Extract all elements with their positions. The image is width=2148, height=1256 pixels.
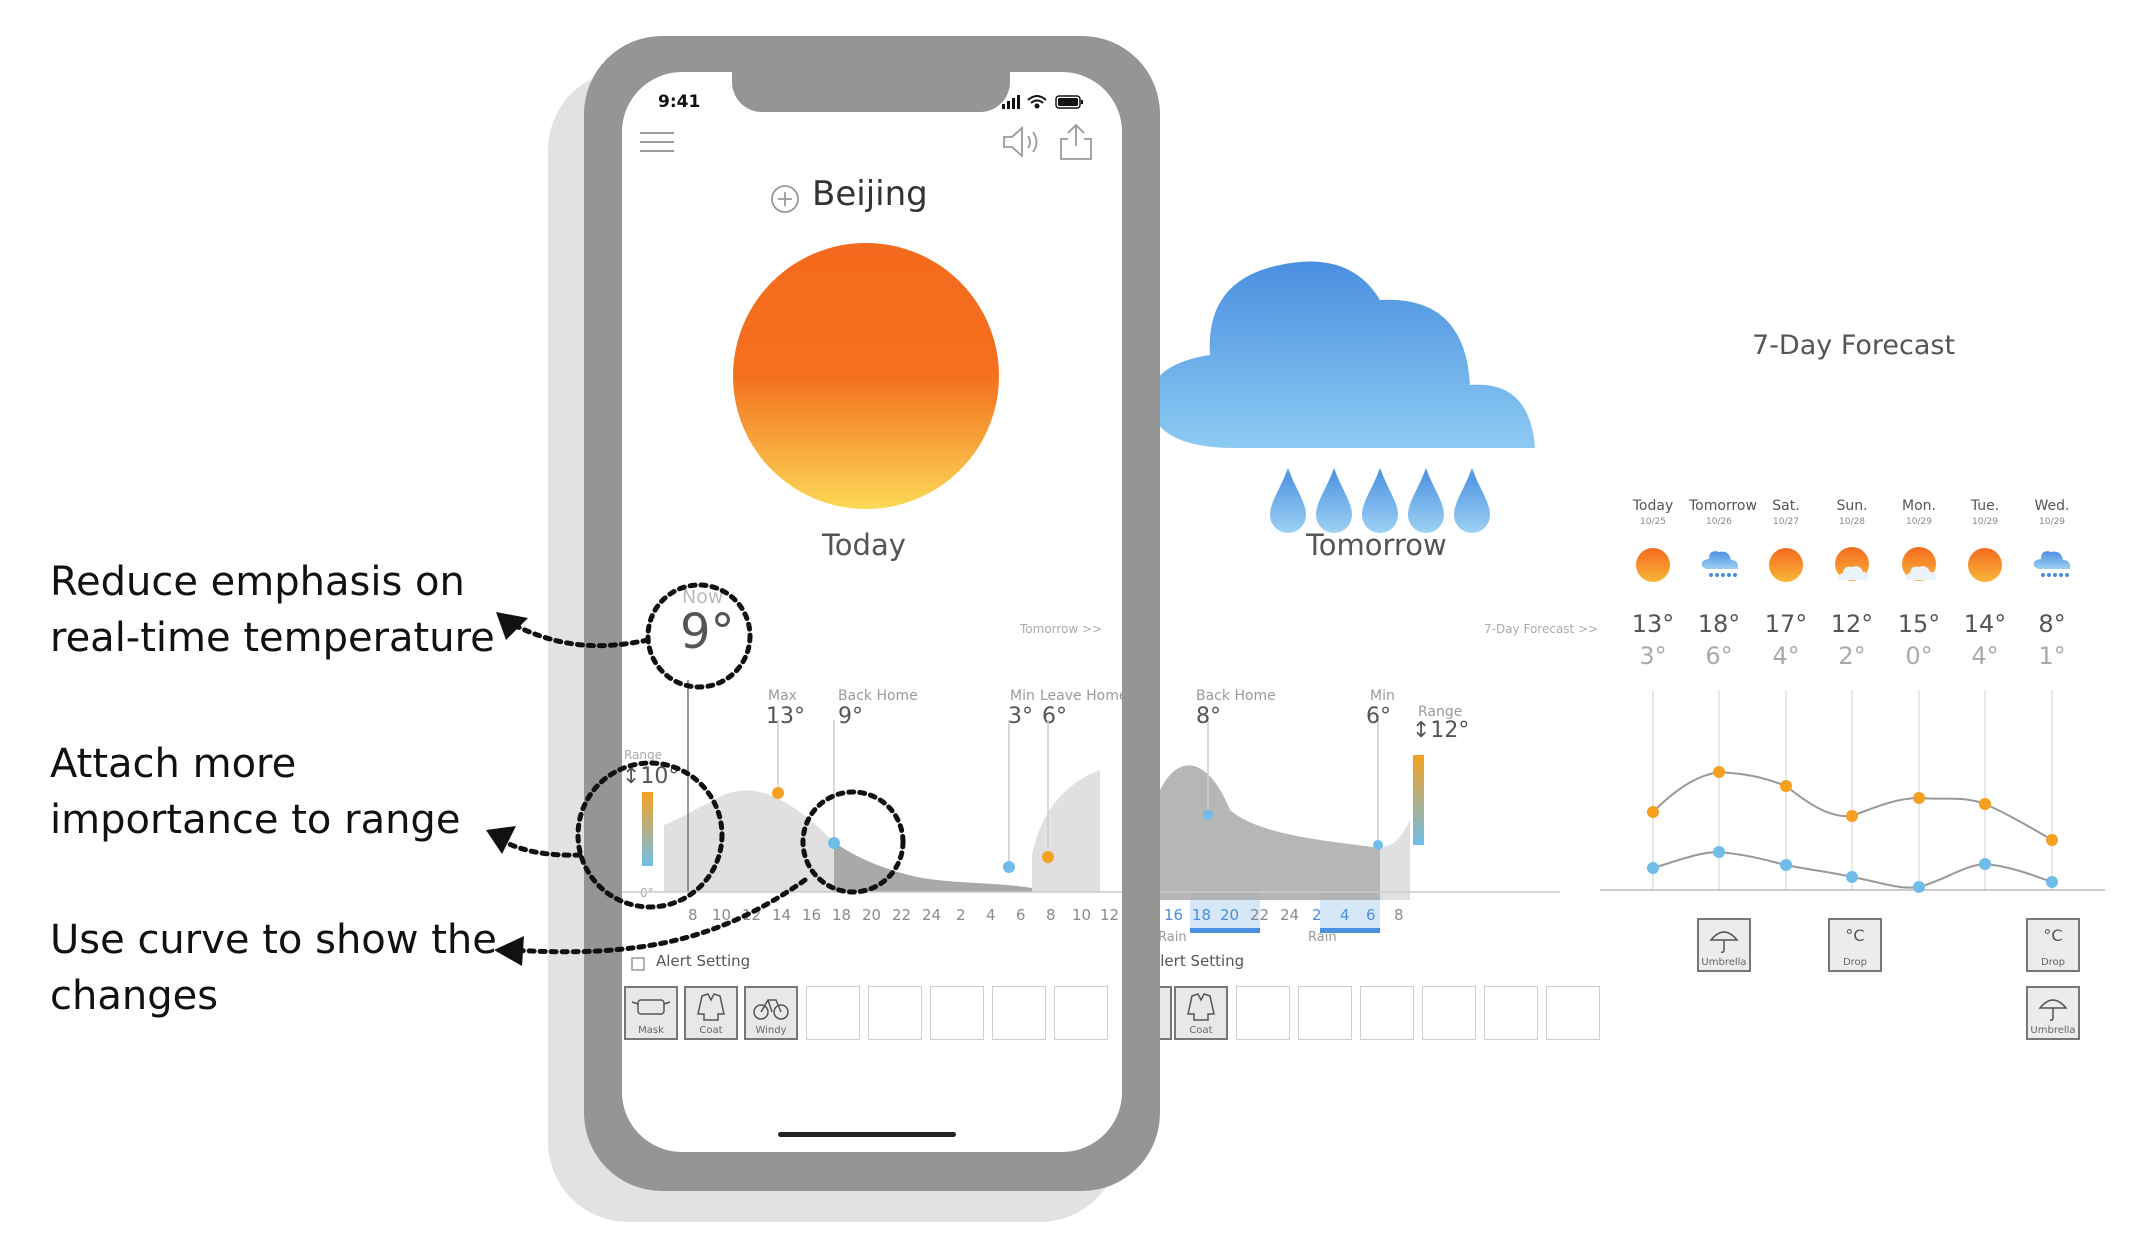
dotted-circle <box>800 789 906 895</box>
arrow-head <box>496 612 528 640</box>
annotation-arrow <box>509 621 651 649</box>
arrow-head <box>494 936 524 966</box>
annotation-arrow <box>509 877 808 955</box>
annotation-arrow <box>495 835 583 858</box>
arrow-head <box>486 826 516 854</box>
annotation-overlay <box>486 582 906 966</box>
dotted-circle <box>575 760 725 910</box>
dotted-circle <box>645 582 753 690</box>
